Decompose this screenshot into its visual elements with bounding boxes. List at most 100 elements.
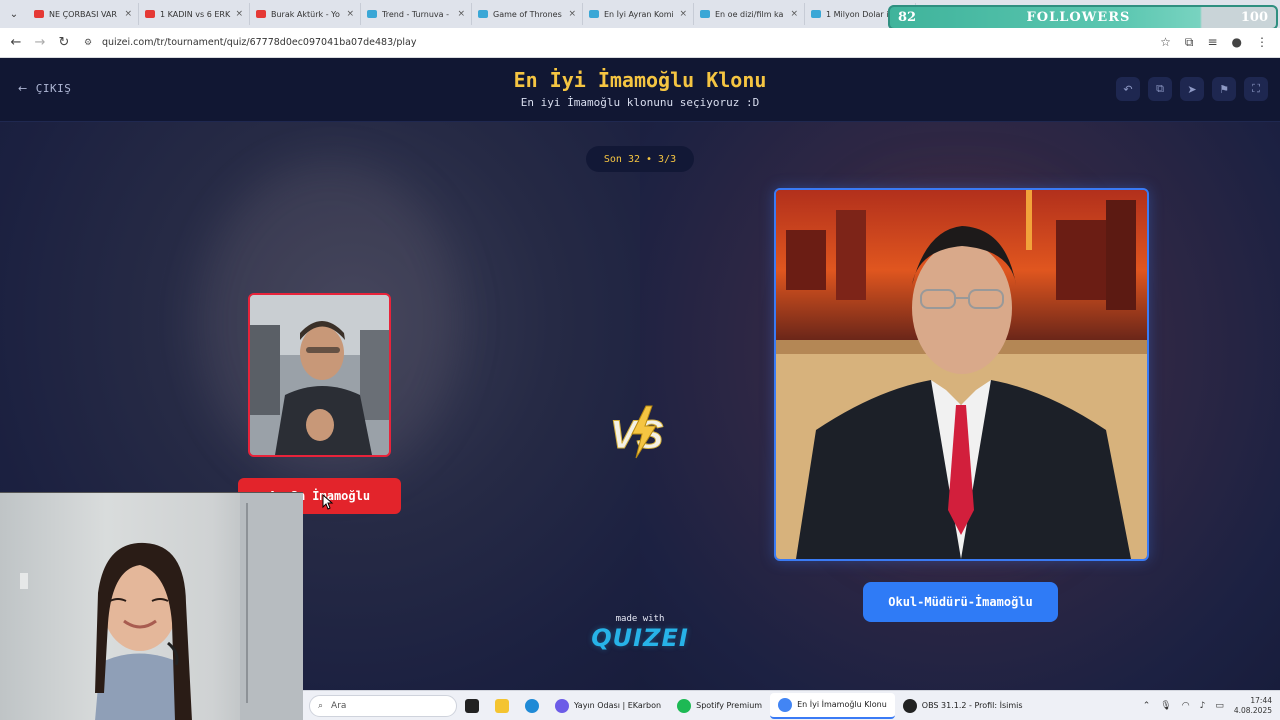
browser-tab[interactable]: Trend - Turnuva - × (361, 3, 472, 25)
clock-time: 17:44 (1250, 695, 1272, 705)
extensions-icon[interactable]: ⧉ (1185, 35, 1194, 50)
back-icon[interactable]: ← (4, 31, 28, 55)
tab-title: NE ÇORBASI VAR (49, 9, 117, 19)
taskbar-app-label: Yayın Odası | EKarbon (574, 701, 662, 710)
clock[interactable]: 17:44 4.08.2025 (1234, 696, 1272, 716)
taskbar-app-label: OBS 31.1.2 - Profil: İsimis (921, 701, 1023, 710)
battery-icon[interactable]: ▭ (1215, 701, 1224, 711)
tab-favicon-icon (811, 10, 821, 18)
close-tab-icon[interactable]: × (235, 9, 243, 19)
browser-tab[interactable]: En İyi Ayran Komi × (583, 3, 694, 25)
app-icon (555, 698, 569, 713)
mouse-cursor-icon (322, 494, 334, 510)
tab-title: En oe dizi/film ka (715, 9, 784, 19)
right-contestant-name-button[interactable]: Okul-Müdürü-İmamoğlu (863, 582, 1058, 622)
left-contestant-photo[interactable] (248, 293, 391, 457)
tab-favicon-icon (145, 10, 155, 18)
taskbar-app-label: En İyi İmamoğlu Klonu (797, 700, 887, 709)
taskbar-app-label: Spotify Premium (696, 701, 763, 710)
taskbar-app[interactable]: En İyi İmamoğlu Klonu (770, 692, 895, 719)
copy-icon[interactable]: ⧉ (1148, 77, 1172, 101)
windows-taskbar: ⌕ Ara Yayın Odası | EKarbon Spotify Premi… (303, 690, 1280, 720)
tray-chevron-icon[interactable]: ⌃ (1143, 701, 1151, 711)
followers-label: FOLLOWERS (1026, 10, 1131, 25)
tab-favicon-icon (700, 10, 710, 18)
browser-tab-bar: ⌄ NE ÇORBASI VAR×1 KADIN vs 6 ERKEK×Bura… (0, 0, 1280, 30)
tab-favicon-icon (34, 10, 44, 18)
tab-title: Game of Thrones (493, 9, 562, 19)
made-with-badge[interactable]: made with QUIZEI (590, 614, 690, 652)
wifi-icon[interactable]: ◠ (1182, 701, 1190, 711)
taskbar-search[interactable]: ⌕ Ara (309, 694, 457, 717)
clock-date: 4.08.2025 (1233, 705, 1272, 715)
taskbar-app[interactable]: Spotify Premium (669, 693, 770, 719)
search-icon: ⌕ (318, 700, 324, 711)
followers-goal: 100 (1240, 10, 1268, 25)
app-icon (778, 697, 793, 712)
media-control-icon[interactable]: ≡ (1207, 35, 1217, 50)
reload-icon[interactable]: ↻ (52, 31, 76, 55)
round-indicator: Son 32 • 3/3 (586, 146, 694, 172)
right-contestant-image (776, 190, 1147, 559)
close-tab-icon[interactable]: × (124, 9, 132, 19)
followers-goal-widget: 82 FOLLOWERS 100 (888, 5, 1278, 30)
url-text: quizei.com/tr/tournament/quiz/67778d0ec0… (102, 37, 417, 48)
close-tab-icon[interactable]: × (457, 9, 465, 19)
forward-icon[interactable]: → (28, 31, 52, 55)
tab-title: En İyi Ayran Komi (604, 9, 674, 19)
file-explorer-icon[interactable] (487, 693, 517, 719)
quizei-logo: QUIZEI (591, 624, 689, 652)
profile-avatar-icon[interactable]: ● (1232, 35, 1242, 50)
browser-tab[interactable]: En oe dizi/film ka × (694, 3, 805, 25)
tab-favicon-icon (367, 10, 377, 18)
taskbar-apps: Yayın Odası | EKarbon Spotify Premium En İ… (547, 692, 1031, 719)
edge-icon[interactable] (517, 693, 547, 719)
tab-favicon-icon (256, 10, 266, 18)
tab-search-chevron-icon[interactable]: ⌄ (0, 0, 28, 28)
tab-favicon-icon (589, 10, 599, 18)
tab-strip: NE ÇORBASI VAR×1 KADIN vs 6 ERKEK×Burak … (28, 3, 916, 25)
system-tray: ⌃ 🎙 ◠ ♪ ▭ 17:44 4.08.2025 (1143, 696, 1280, 716)
close-tab-icon[interactable]: × (568, 9, 576, 19)
undo-icon[interactable]: ↶ (1116, 77, 1140, 101)
url-field[interactable]: ⚙ quizei.com/tr/tournament/quiz/67778d0e… (84, 37, 1160, 48)
volume-icon[interactable]: ♪ (1200, 701, 1206, 711)
browser-tab[interactable]: Game of Thrones × (472, 3, 583, 25)
taskbar-app[interactable]: OBS 31.1.2 - Profil: İsimis (895, 693, 1031, 719)
flag-icon[interactable]: ⚑ (1212, 77, 1236, 101)
app-icon (677, 698, 692, 713)
quiz-header: ← ÇIKIŞ En İyi İmamoğlu Klonu En iyi İma… (0, 58, 1280, 122)
vs-text: VS (610, 413, 664, 457)
taskbar-app[interactable]: Yayın Odası | EKarbon (547, 693, 669, 719)
webcam-overlay (0, 492, 303, 720)
tab-favicon-icon (478, 10, 488, 18)
page-subtitle: En iyi İmamoğlu klonunu seçiyoruz :D (520, 96, 760, 109)
search-placeholder: Ara (331, 700, 347, 711)
task-view-icon[interactable] (457, 693, 487, 719)
share-icon[interactable]: ➤ (1180, 77, 1204, 101)
header-actions: ↶ ⧉ ➤ ⚑ ⛶ (1116, 77, 1268, 101)
tab-title: 1 KADIN vs 6 ERKEK (160, 9, 231, 19)
webcam-image (20, 493, 303, 720)
browser-menu-icon[interactable]: ⋮ (1256, 35, 1268, 50)
browser-address-bar: ← → ↻ ⚙ quizei.com/tr/tournament/quiz/67… (0, 28, 1280, 58)
close-tab-icon[interactable]: × (346, 9, 354, 19)
app-icon (902, 698, 917, 713)
tab-title: Burak Aktürk - Yo (271, 9, 340, 19)
close-tab-icon[interactable]: × (790, 9, 798, 19)
close-tab-icon[interactable]: × (679, 9, 687, 19)
page-title: En İyi İmamoğlu Klonu (513, 68, 767, 92)
vs-icon: VS (610, 405, 664, 459)
right-contestant-photo[interactable] (774, 188, 1149, 561)
browser-tab[interactable]: 1 KADIN vs 6 ERKEK × (139, 3, 250, 25)
tab-title: 1 Milyon Dolar iç (826, 9, 893, 19)
microphone-icon[interactable]: 🎙 (1160, 701, 1171, 711)
browser-tab[interactable]: Burak Aktürk - Yo × (250, 3, 361, 25)
site-info-icon[interactable]: ⚙ (84, 38, 96, 48)
made-with-label: made with (615, 614, 665, 624)
followers-count: 82 (898, 10, 917, 25)
left-contestant-image (250, 295, 389, 455)
browser-tab[interactable]: NE ÇORBASI VAR × (28, 3, 139, 25)
fullscreen-icon[interactable]: ⛶ (1244, 77, 1268, 101)
bookmark-star-icon[interactable]: ☆ (1160, 35, 1171, 50)
